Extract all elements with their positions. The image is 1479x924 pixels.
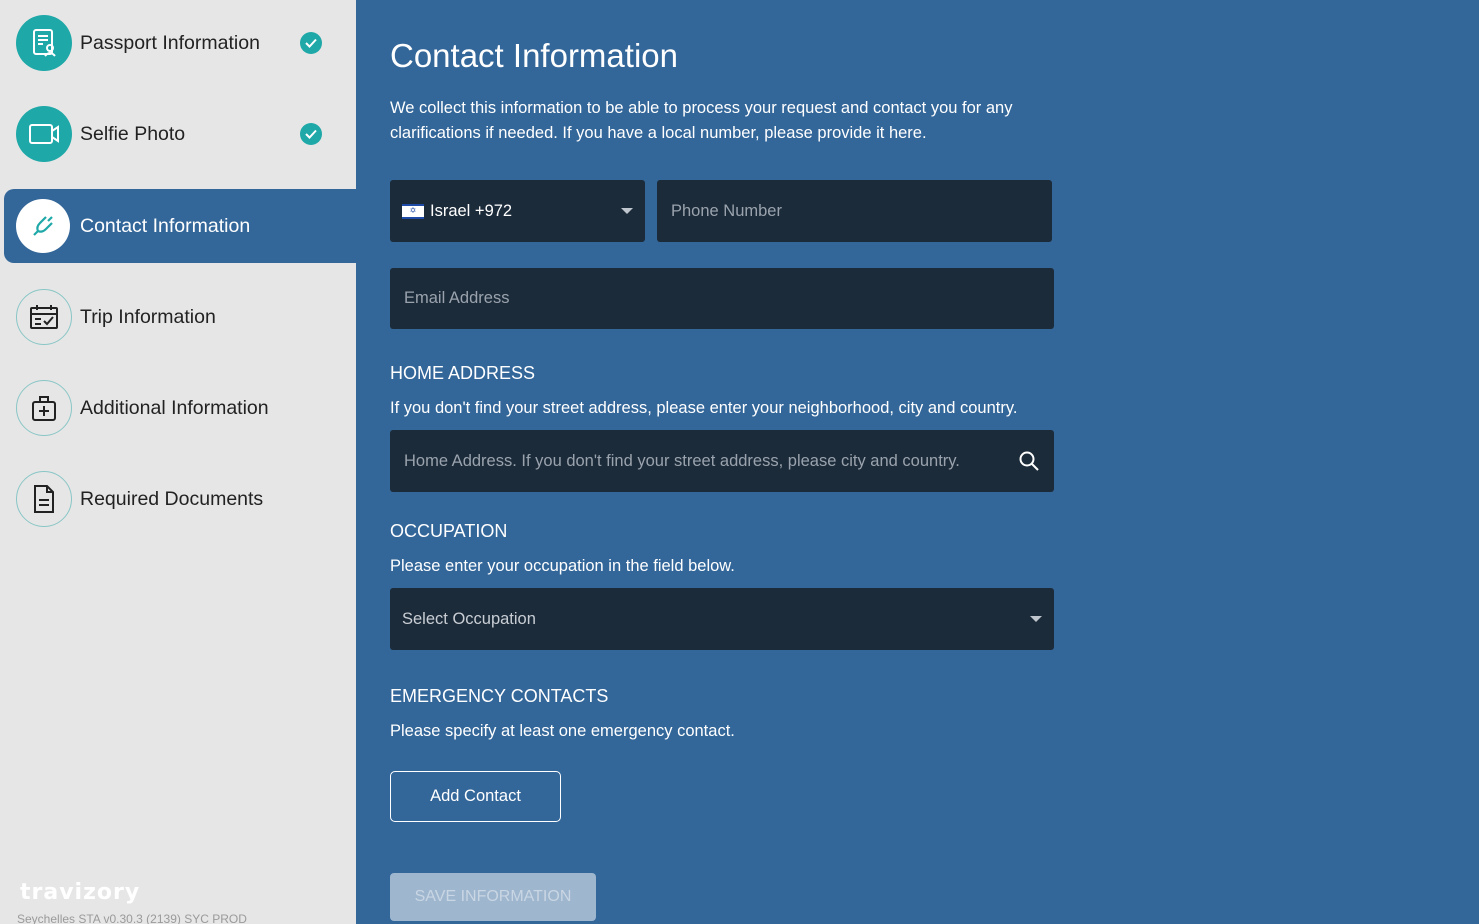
chevron-down-icon bbox=[1030, 616, 1042, 622]
passport-icon bbox=[16, 15, 72, 71]
phone-icon bbox=[16, 199, 70, 253]
brand-logo: travizory bbox=[20, 880, 141, 905]
step-label: Required Documents bbox=[80, 487, 264, 510]
step-label: Passport Information bbox=[80, 31, 260, 54]
occupation-placeholder: Select Occupation bbox=[402, 609, 536, 628]
step-passport-information[interactable]: Passport Information bbox=[4, 6, 356, 80]
emergency-contacts-hint: Please specify at least one emergency co… bbox=[390, 722, 735, 740]
step-selfie-photo[interactable]: Selfie Photo bbox=[4, 97, 356, 171]
check-icon bbox=[300, 123, 322, 145]
occupation-heading: OCCUPATION bbox=[390, 521, 508, 541]
step-additional-information[interactable]: Additional Information bbox=[4, 371, 356, 445]
step-label: Additional Information bbox=[80, 396, 269, 419]
country-code-select[interactable]: ✡ Israel +972 bbox=[390, 180, 645, 242]
sidebar: Passport Information Selfie Photo Contac… bbox=[0, 0, 356, 924]
step-required-documents[interactable]: Required Documents bbox=[4, 462, 356, 536]
phone-number-field[interactable] bbox=[657, 180, 1052, 242]
add-contact-button[interactable]: Add Contact bbox=[390, 771, 561, 822]
country-code-value: Israel +972 bbox=[430, 201, 513, 220]
version-text: Seychelles STA v0.30.3 (2139) SYC PROD bbox=[17, 912, 247, 924]
page-title: Contact Information bbox=[390, 37, 678, 74]
email-input[interactable] bbox=[390, 268, 1054, 329]
step-label: Selfie Photo bbox=[80, 122, 186, 145]
step-label: Contact Information bbox=[80, 214, 251, 237]
home-address-hint: If you don't find your street address, p… bbox=[390, 399, 1018, 417]
phone-number-input[interactable] bbox=[657, 180, 1052, 242]
israel-flag-icon: ✡ bbox=[402, 203, 424, 219]
intro-text: We collect this information to be able t… bbox=[390, 99, 1013, 142]
step-contact-information[interactable]: Contact Information bbox=[4, 189, 356, 263]
home-address-heading: HOME ADDRESS bbox=[390, 363, 536, 383]
occupation-hint: Please enter your occupation in the fiel… bbox=[390, 557, 735, 575]
save-information-button[interactable]: SAVE INFORMATION bbox=[390, 873, 596, 921]
step-trip-information[interactable]: Trip Information bbox=[4, 280, 356, 354]
emergency-contacts-heading: EMERGENCY CONTACTS bbox=[390, 686, 609, 706]
check-icon bbox=[300, 32, 322, 54]
search-icon[interactable] bbox=[1018, 450, 1040, 477]
chevron-down-icon bbox=[621, 208, 633, 214]
calendar-icon bbox=[16, 289, 72, 345]
step-label: Trip Information bbox=[80, 305, 216, 328]
medical-bag-icon bbox=[16, 380, 72, 436]
home-address-field[interactable] bbox=[390, 430, 1054, 492]
home-address-input[interactable] bbox=[390, 430, 1054, 492]
camera-icon bbox=[16, 106, 72, 162]
occupation-select[interactable]: Select Occupation bbox=[390, 588, 1054, 650]
document-icon bbox=[16, 471, 72, 527]
email-field[interactable] bbox=[390, 268, 1054, 329]
